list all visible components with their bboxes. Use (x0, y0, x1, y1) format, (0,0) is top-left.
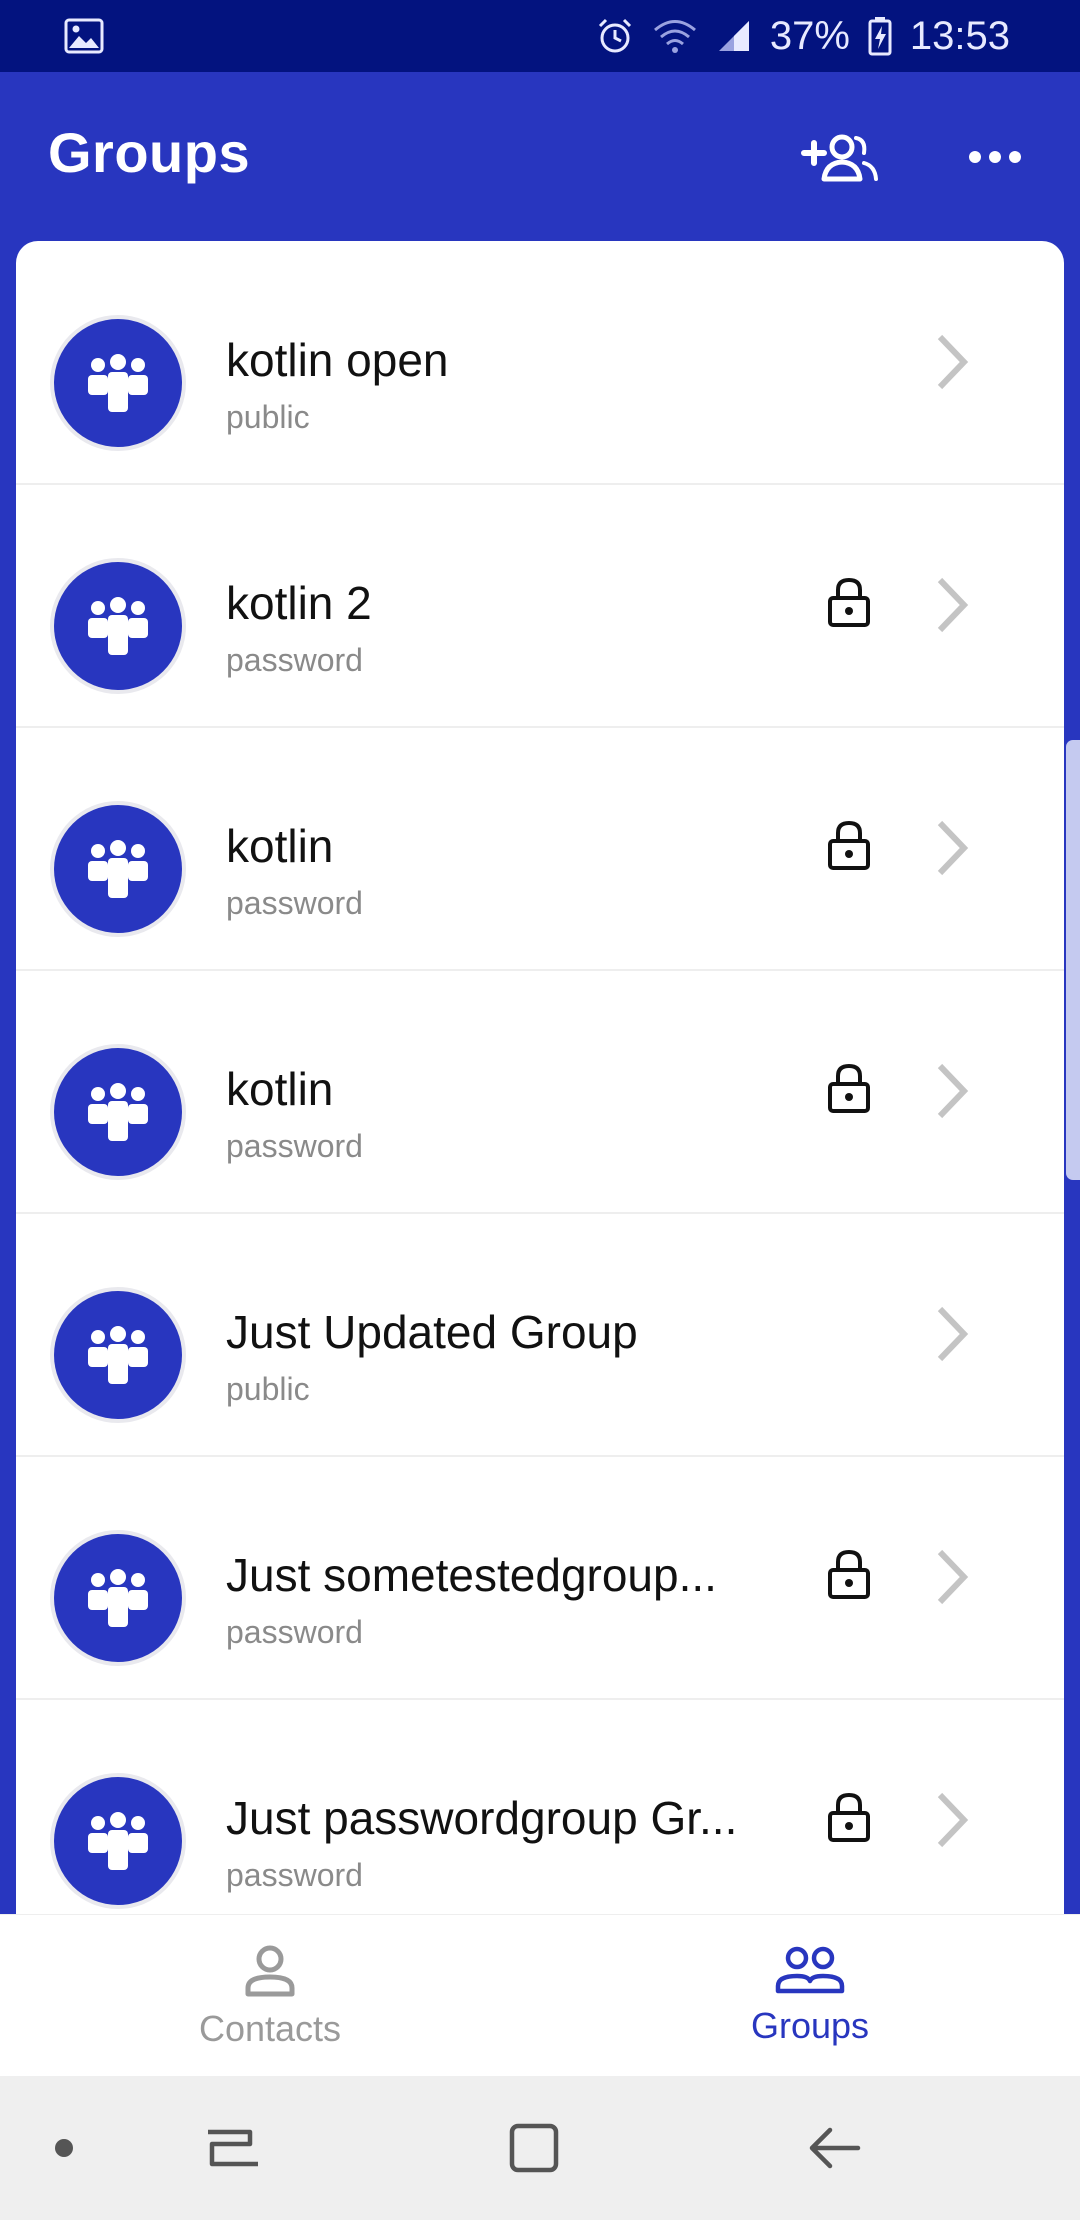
group-type: password (226, 1614, 363, 1650)
lock-icon (828, 577, 870, 627)
chevron-right-icon (937, 577, 969, 633)
list-item[interactable]: kotlin open public (16, 241, 1064, 485)
list-item[interactable]: Just Updated Group public (16, 1213, 1064, 1457)
group-type: password (226, 1128, 363, 1164)
list-item[interactable]: kotlin 2 password (16, 484, 1064, 728)
battery-charging-icon (868, 17, 892, 56)
group-avatar (54, 1048, 182, 1176)
group-name: kotlin open (226, 334, 449, 386)
lock-icon (828, 1063, 870, 1113)
home-icon[interactable] (498, 2112, 570, 2184)
group-avatar (54, 1777, 182, 1905)
group-icon (88, 1569, 148, 1627)
group-list: kotlin open public kotlin 2 password kot… (16, 241, 1064, 1916)
chevron-right-icon (937, 1063, 969, 1119)
tab-contacts[interactable]: Contacts (0, 1915, 540, 2077)
group-icon (88, 354, 148, 412)
lock-icon (828, 1792, 870, 1842)
status-bar: 37% 13:53 (0, 0, 1080, 72)
list-item[interactable]: Just sometestedgroup... password (16, 1456, 1064, 1700)
wifi-icon (653, 20, 696, 53)
group-avatar (54, 1534, 182, 1662)
bottom-navigation: Contacts Groups (0, 1914, 1080, 2077)
chevron-right-icon (937, 820, 969, 876)
list-item[interactable]: kotlin password (16, 970, 1064, 1214)
clock: 13:53 (909, 13, 1010, 58)
group-icon (88, 1326, 148, 1384)
group-avatar (54, 562, 182, 690)
more-options-icon (969, 151, 1021, 163)
group-type: public (226, 399, 310, 435)
more-options-button[interactable] (950, 122, 1040, 192)
chevron-right-icon (937, 334, 969, 390)
group-icon (88, 1812, 148, 1870)
chevron-right-icon (937, 1792, 969, 1848)
group-type: password (226, 885, 363, 921)
tab-groups-label: Groups (750, 2005, 870, 2046)
dot-indicator (55, 2139, 73, 2157)
add-group-icon (801, 134, 878, 182)
back-icon[interactable] (800, 2112, 872, 2184)
scrollbar-thumb[interactable] (1066, 740, 1080, 1180)
group-type: public (226, 1371, 310, 1407)
group-name: kotlin (226, 1063, 334, 1115)
group-avatar (54, 319, 182, 447)
list-item[interactable]: Just passwordgroup Gr... password (16, 1699, 1064, 1916)
group-name: Just Updated Group (226, 1306, 638, 1358)
recent-apps-icon[interactable] (196, 2112, 268, 2184)
battery-percent: 37% (769, 13, 850, 58)
lock-icon (828, 1549, 870, 1599)
page-title: Groups (48, 121, 251, 184)
group-type: password (226, 642, 363, 678)
list-item[interactable]: kotlin password (16, 727, 1064, 971)
person-icon (245, 1945, 295, 1997)
group-type: password (226, 1857, 363, 1893)
signal-icon (718, 21, 749, 51)
group-avatar (54, 1291, 182, 1419)
tab-contacts-label: Contacts (198, 2008, 342, 2049)
gallery-icon (64, 18, 104, 54)
chevron-right-icon (937, 1549, 969, 1605)
group-name: Just sometestedgroup... (226, 1549, 717, 1601)
app-bar: Groups (0, 72, 1080, 242)
add-group-button[interactable] (795, 122, 885, 192)
people-icon (775, 1946, 845, 1994)
group-name: Just passwordgroup Gr... (226, 1792, 738, 1844)
lock-icon (828, 820, 870, 870)
group-icon (88, 1083, 148, 1141)
group-avatar (54, 805, 182, 933)
chevron-right-icon (937, 1306, 969, 1362)
tab-groups[interactable]: Groups (540, 1915, 1080, 2077)
group-icon (88, 597, 148, 655)
alarm-icon (598, 18, 631, 53)
group-icon (88, 840, 148, 898)
group-name: kotlin 2 (226, 577, 372, 629)
system-navigation-bar (0, 2076, 1080, 2220)
group-name: kotlin (226, 820, 334, 872)
